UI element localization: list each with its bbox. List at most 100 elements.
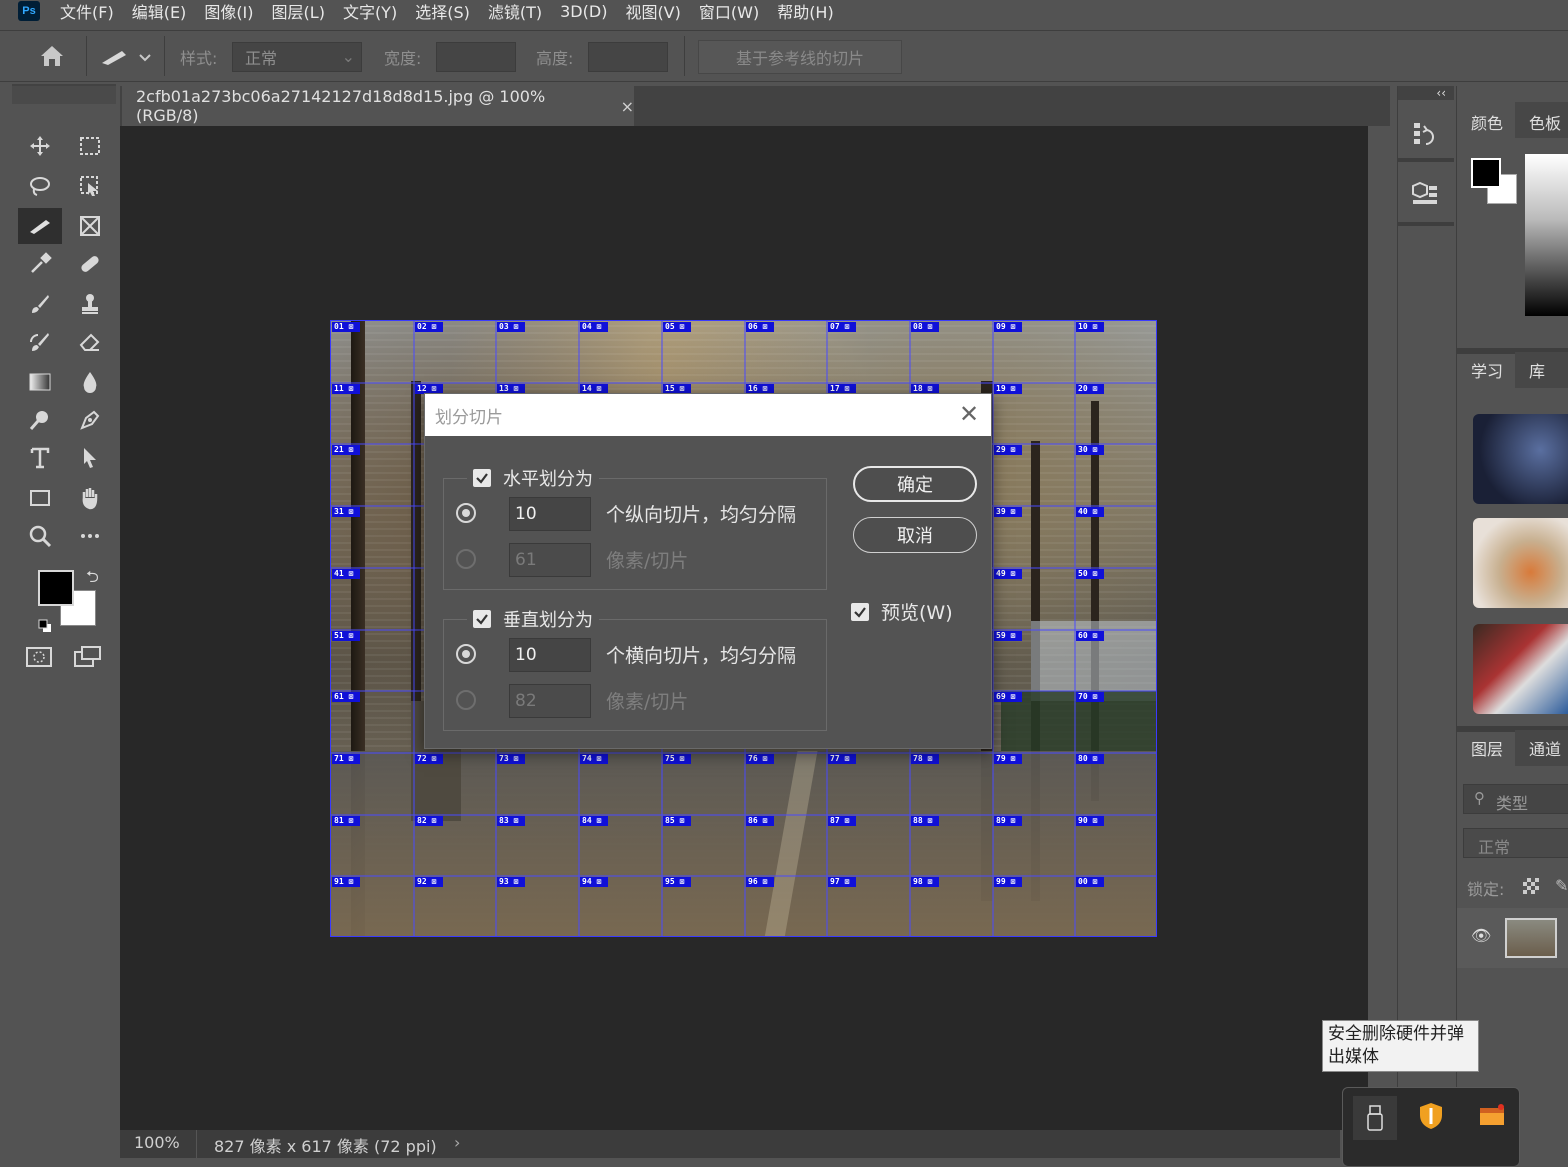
zoom-level[interactable]: 100%: [134, 1133, 180, 1152]
brush-tool-icon[interactable]: [22, 288, 58, 320]
slice-number-badge: 92 ⊠: [415, 877, 443, 887]
marquee-tool-icon[interactable]: [72, 130, 108, 162]
learn-thumbnail-room[interactable]: [1473, 414, 1568, 504]
slice-number-badge: 19 ⊠: [994, 384, 1022, 394]
document-tab[interactable]: 2cfb01a273bc06a27142127d18d8d15.jpg @ 10…: [122, 86, 634, 126]
cancel-button[interactable]: 取消: [853, 517, 977, 553]
foreground-color-chip[interactable]: [1471, 158, 1501, 188]
menu-type[interactable]: 文字(Y): [343, 0, 397, 23]
lock-transparency-icon[interactable]: [1523, 878, 1539, 894]
vertical-pixels-input[interactable]: 82: [509, 684, 591, 718]
pen-tool-icon[interactable]: [72, 404, 108, 436]
vertical-count-input[interactable]: 10: [509, 638, 591, 672]
info-arrow-icon[interactable]: ›: [454, 1133, 460, 1152]
slice-tool-icon[interactable]: [18, 208, 62, 244]
eyedropper-tool-icon[interactable]: [22, 248, 58, 280]
layer-filter-search[interactable]: ⚲ 类型: [1463, 784, 1568, 814]
tab-color[interactable]: 颜色: [1457, 102, 1513, 138]
dialog-title-bar: 划分切片 ✕: [425, 394, 991, 436]
history-brush-tool-icon[interactable]: [22, 326, 58, 358]
3d-panel-icon[interactable]: [1412, 180, 1440, 214]
foreground-color-swatch[interactable]: [38, 570, 74, 606]
menu-select[interactable]: 选择(S): [415, 0, 470, 23]
slice-number-badge: 07 ⊠: [828, 322, 856, 332]
tab-channels-label: 通道: [1529, 740, 1562, 759]
tab-layers-label: 图层: [1471, 740, 1504, 759]
blend-mode-select[interactable]: 正常: [1463, 828, 1568, 858]
menu-file[interactable]: 文件(F): [60, 0, 114, 23]
tab-learn[interactable]: 学习: [1457, 352, 1513, 388]
menu-view[interactable]: 视图(V): [625, 0, 680, 23]
horizontal-pixels-label: 像素/切片: [606, 550, 689, 572]
vertical-divide-checkbox[interactable]: 垂直划分为: [467, 605, 599, 633]
zoom-tool-icon[interactable]: [22, 520, 58, 552]
slice-number-badge: 41 ⊠: [332, 569, 360, 579]
vertical-count-radio[interactable]: [456, 644, 476, 664]
swap-colors-icon[interactable]: ⮌: [86, 566, 99, 593]
slice-tool-preset-icon[interactable]: [100, 45, 152, 73]
slices-from-guides-button[interactable]: 基于参考线的切片: [698, 40, 902, 74]
layer-row[interactable]: 👁: [1457, 908, 1568, 968]
security-shield-icon[interactable]: [1419, 1102, 1443, 1134]
dodge-tool-icon[interactable]: [22, 404, 58, 436]
history-panel-icon[interactable]: [1412, 120, 1440, 154]
menu-filter[interactable]: 滤镜(T): [488, 0, 542, 23]
learn-thumbnail-artwork[interactable]: [1473, 624, 1568, 714]
rectangle-tool-icon[interactable]: [22, 482, 58, 514]
eye-icon[interactable]: 👁: [1471, 926, 1491, 945]
clone-stamp-tool-icon[interactable]: [72, 288, 108, 320]
default-colors-icon[interactable]: [38, 618, 52, 632]
menu-layer[interactable]: 图层(L): [272, 0, 325, 23]
tab-layers[interactable]: 图层: [1457, 730, 1513, 766]
move-tool-icon[interactable]: [22, 130, 58, 162]
learn-thumbnail-flowers[interactable]: [1473, 518, 1568, 608]
menu-help[interactable]: 帮助(H): [777, 0, 834, 23]
tab-learn-label: 学习: [1471, 362, 1504, 381]
slice-number-badge: 00 ⊠: [1076, 877, 1104, 887]
gradient-tool-icon[interactable]: [22, 366, 58, 398]
vertical-pixels-radio[interactable]: [456, 690, 476, 710]
home-icon[interactable]: [38, 43, 66, 73]
menu-3d[interactable]: 3D(D): [560, 2, 607, 21]
close-icon[interactable]: ✕: [959, 400, 979, 428]
height-input[interactable]: [588, 42, 668, 72]
object-selection-tool-icon[interactable]: [72, 170, 108, 202]
more-tools-icon[interactable]: [72, 520, 108, 552]
healing-brush-tool-icon[interactable]: [72, 248, 108, 280]
tab-swatches-label: 色板: [1529, 114, 1562, 133]
menu-image[interactable]: 图像(I): [204, 0, 253, 23]
color-field[interactable]: [1525, 154, 1568, 316]
slice-number-badge: 39 ⊠: [994, 507, 1022, 517]
horizontal-count-radio[interactable]: [456, 503, 476, 523]
tab-library[interactable]: 库: [1515, 352, 1568, 388]
preview-checkbox[interactable]: 预览(W): [851, 598, 953, 625]
horizontal-pixels-input[interactable]: 61: [509, 543, 591, 577]
lasso-tool-icon[interactable]: [22, 170, 58, 202]
tab-swatches[interactable]: 色板: [1515, 102, 1568, 138]
blur-tool-icon[interactable]: [72, 366, 108, 398]
screen-mode-icon[interactable]: [74, 646, 102, 672]
hand-tool-icon[interactable]: [72, 482, 108, 514]
quick-mask-icon[interactable]: [26, 646, 52, 672]
type-tool-icon[interactable]: [22, 442, 58, 474]
tray-app-icon[interactable]: [1479, 1104, 1505, 1130]
width-input[interactable]: [436, 42, 516, 72]
ok-button[interactable]: 确定: [853, 466, 977, 502]
tab-channels[interactable]: 通道: [1515, 730, 1568, 766]
close-tab-icon[interactable]: ×: [621, 97, 634, 116]
lock-brush-icon[interactable]: ✎: [1555, 876, 1568, 895]
usb-eject-icon[interactable]: [1353, 1096, 1397, 1140]
path-selection-tool-icon[interactable]: [72, 442, 108, 474]
horizontal-count-input[interactable]: 10: [509, 497, 591, 531]
horizontal-divide-checkbox[interactable]: 水平划分为: [467, 464, 599, 492]
menu-edit[interactable]: 编辑(E): [132, 0, 187, 23]
style-select[interactable]: 正常 ⌄: [232, 42, 362, 72]
frame-tool-icon[interactable]: [72, 210, 108, 242]
slice-number-badge: 89 ⊠: [994, 816, 1022, 826]
slice-number-badge: 76 ⊠: [746, 754, 774, 764]
dock-collapse[interactable]: ‹‹: [1398, 86, 1454, 100]
horizontal-pixels-radio[interactable]: [456, 549, 476, 569]
menu-window[interactable]: 窗口(W): [699, 0, 759, 23]
eraser-tool-icon[interactable]: [72, 326, 108, 358]
slice-number-badge: 75 ⊠: [663, 754, 691, 764]
